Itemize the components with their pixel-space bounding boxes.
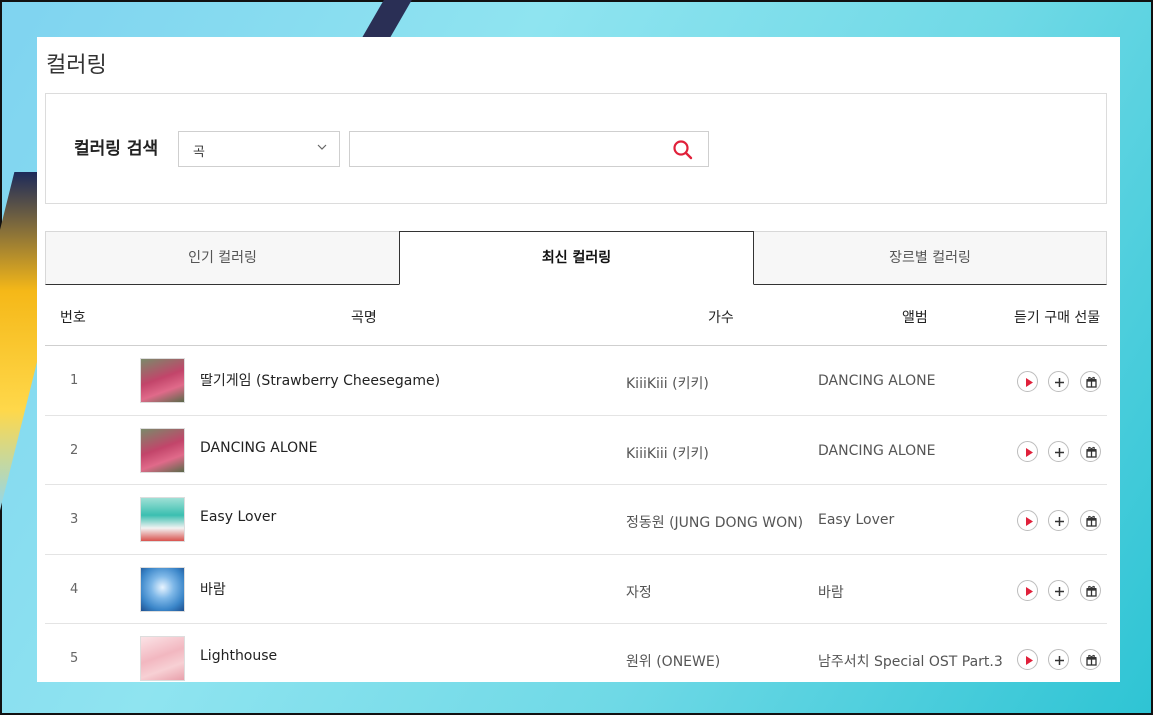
header-album: 앨범 bbox=[902, 310, 928, 326]
search-type-value: 곡 bbox=[193, 145, 205, 160]
song-list: 1 딸기게임 (Strawberry Cheesegame) KiiiKiii … bbox=[45, 346, 1107, 682]
song-title[interactable]: DANCING ALONE bbox=[200, 440, 317, 456]
album-art[interactable] bbox=[140, 427, 185, 473]
search-input[interactable] bbox=[350, 132, 660, 166]
row-number: 5 bbox=[70, 651, 79, 666]
song-title[interactable]: 바람 bbox=[200, 579, 226, 599]
search-icon[interactable] bbox=[672, 139, 694, 161]
album-name[interactable]: 남주서치 Special OST Part.3 bbox=[818, 651, 1003, 671]
row-actions bbox=[1017, 649, 1107, 671]
song-title[interactable]: Lighthouse bbox=[200, 648, 277, 664]
table-row: 3 Easy Lover 정동원 (JUNG DONG WON) Easy Lo… bbox=[45, 485, 1107, 555]
gift-icon[interactable] bbox=[1080, 440, 1101, 462]
tab-latest[interactable]: 최신 컬러링 bbox=[399, 231, 754, 285]
row-number: 1 bbox=[70, 373, 79, 388]
song-title[interactable]: 딸기게임 (Strawberry Cheesegame) bbox=[200, 370, 440, 390]
plus-icon[interactable] bbox=[1048, 510, 1069, 531]
album-name[interactable]: DANCING ALONE bbox=[818, 443, 935, 459]
table-row: 4 바람 자정 바람 bbox=[45, 555, 1107, 624]
row-number: 2 bbox=[70, 442, 79, 458]
plus-icon[interactable] bbox=[1048, 579, 1069, 601]
header-actions: 듣기 구매 선물 bbox=[1014, 310, 1101, 326]
gift-icon[interactable] bbox=[1080, 371, 1101, 392]
gift-icon[interactable] bbox=[1080, 579, 1101, 601]
table-row: 1 딸기게임 (Strawberry Cheesegame) KiiiKiii … bbox=[45, 346, 1107, 416]
tab-popular[interactable]: 인기 컬러링 bbox=[45, 231, 400, 285]
table-row: 2 DANCING ALONE KiiiKiii (키키) DANCING AL… bbox=[45, 416, 1107, 485]
artist-name[interactable]: KiiiKiii (키키) bbox=[626, 373, 709, 393]
plus-icon[interactable] bbox=[1048, 371, 1069, 392]
album-name[interactable]: DANCING ALONE bbox=[818, 373, 935, 389]
song-title[interactable]: Easy Lover bbox=[200, 509, 276, 525]
album-art[interactable] bbox=[140, 636, 185, 681]
gift-icon[interactable] bbox=[1080, 510, 1101, 531]
album-name[interactable]: 바람 bbox=[818, 582, 844, 602]
row-number: 3 bbox=[70, 512, 79, 527]
search-label: 컬러링 검색 bbox=[74, 139, 159, 159]
table-row: 5 Lighthouse 원위 (ONEWE) 남주서치 Special OST… bbox=[45, 624, 1107, 682]
album-art[interactable] bbox=[140, 497, 185, 542]
play-icon[interactable] bbox=[1017, 649, 1038, 670]
header-artist: 가수 bbox=[708, 310, 734, 326]
search-field bbox=[349, 131, 709, 167]
artist-name[interactable]: 원위 (ONEWE) bbox=[626, 651, 720, 671]
search-type-select[interactable]: 곡 bbox=[178, 131, 340, 167]
row-actions bbox=[1017, 579, 1107, 602]
play-icon[interactable] bbox=[1017, 371, 1038, 392]
artist-name[interactable]: 자정 bbox=[626, 582, 652, 602]
page-title: 컬러링 bbox=[46, 53, 107, 78]
album-art[interactable] bbox=[140, 358, 185, 403]
play-icon[interactable] bbox=[1017, 510, 1038, 531]
row-actions bbox=[1017, 440, 1107, 463]
header-song: 곡명 bbox=[351, 310, 377, 326]
search-panel: 컬러링 검색 곡 bbox=[45, 93, 1107, 204]
album-name[interactable]: Easy Lover bbox=[818, 512, 894, 528]
table-header: 번호 곡명 가수 앨범 듣기 구매 선물 bbox=[45, 285, 1107, 346]
plus-icon[interactable] bbox=[1048, 440, 1069, 462]
artist-name[interactable]: KiiiKiii (키키) bbox=[626, 443, 709, 463]
row-actions bbox=[1017, 371, 1107, 393]
gift-icon[interactable] bbox=[1080, 649, 1101, 670]
coloring-window: 컬러링 컬러링 검색 곡 인기 컬러링 최신 컬러링 장르별 컬러링 번호 곡명… bbox=[37, 37, 1120, 682]
header-number: 번호 bbox=[60, 310, 86, 326]
artist-name[interactable]: 정동원 (JUNG DONG WON) bbox=[626, 512, 803, 532]
plus-icon[interactable] bbox=[1048, 649, 1069, 670]
tab-bar: 인기 컬러링 최신 컬러링 장르별 컬러링 bbox=[45, 231, 1107, 285]
play-icon[interactable] bbox=[1017, 579, 1038, 601]
play-icon[interactable] bbox=[1017, 440, 1038, 462]
tab-genre[interactable]: 장르별 컬러링 bbox=[753, 231, 1107, 285]
chevron-down-icon bbox=[317, 144, 327, 150]
row-number: 4 bbox=[70, 581, 79, 597]
album-art[interactable] bbox=[140, 566, 185, 612]
row-actions bbox=[1017, 510, 1107, 532]
background-decoration bbox=[359, 0, 417, 42]
